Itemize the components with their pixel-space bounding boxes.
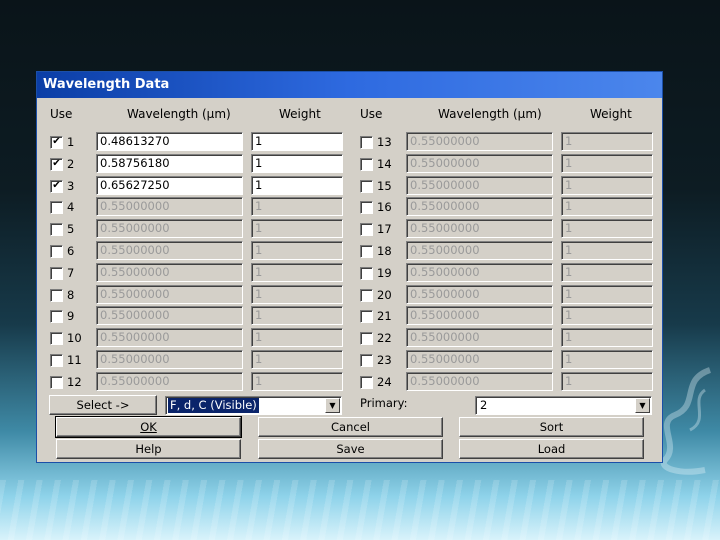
- dialog-title: Wavelength Data: [37, 72, 662, 98]
- header-wavelength-right: Wavelength (µm): [438, 107, 542, 121]
- chevron-down-icon[interactable]: ▼: [325, 398, 340, 413]
- ok-button[interactable]: OK: [55, 416, 242, 438]
- background-waves: [0, 480, 720, 540]
- table-row: 22 0.55000000 1: [37, 328, 662, 348]
- sort-button[interactable]: Sort: [459, 417, 644, 437]
- header-weight-right: Weight: [590, 107, 632, 121]
- wavelength-input[interactable]: 0.55000000: [406, 284, 553, 304]
- wavelength-input[interactable]: 0.55000000: [406, 328, 553, 348]
- row-number: 13: [377, 135, 392, 149]
- cancel-button[interactable]: Cancel: [258, 417, 443, 437]
- row-number: 22: [377, 331, 392, 346]
- row-number: 21: [377, 309, 392, 324]
- weight-input[interactable]: 1: [561, 197, 653, 217]
- row-number: 23: [377, 353, 392, 367]
- table-row: 18 0.55000000 1: [37, 241, 662, 261]
- table-row: 20 0.55000000 1: [37, 284, 662, 305]
- wavelength-input[interactable]: 0.55000000: [406, 371, 553, 391]
- use-checkbox[interactable]: [360, 375, 373, 389]
- use-checkbox[interactable]: [360, 223, 373, 237]
- table-row: 19 0.55000000 1: [37, 262, 662, 283]
- wavelength-input[interactable]: 0.55000000: [406, 306, 553, 326]
- row-number: 24: [377, 374, 392, 389]
- use-checkbox[interactable]: [360, 310, 373, 324]
- use-checkbox[interactable]: [360, 354, 373, 367]
- wavelength-input[interactable]: 0.55000000: [406, 241, 553, 260]
- primary-select-value: 2: [480, 398, 488, 412]
- row-number: 14: [377, 156, 392, 171]
- row-number: 18: [377, 244, 392, 258]
- weight-input[interactable]: 1: [561, 219, 653, 239]
- wavelength-input[interactable]: 0.55000000: [406, 132, 553, 151]
- header-use-right: Use: [360, 107, 383, 121]
- weight-input[interactable]: 1: [561, 262, 653, 282]
- weight-input[interactable]: 1: [561, 153, 653, 173]
- use-checkbox[interactable]: [360, 245, 373, 258]
- header-use-left: Use: [50, 107, 73, 121]
- wavelength-input[interactable]: 0.55000000: [406, 262, 553, 282]
- preset-select-value: F, d, C (Visible): [168, 398, 259, 413]
- weight-input[interactable]: 1: [561, 371, 653, 391]
- table-row: 23 0.55000000 1: [37, 350, 662, 370]
- use-checkbox[interactable]: [360, 136, 373, 149]
- row-number: 20: [377, 287, 392, 302]
- use-checkbox[interactable]: [360, 288, 373, 302]
- wavelength-input[interactable]: 0.55000000: [406, 350, 553, 369]
- primary-select[interactable]: 2 ▼: [475, 396, 652, 415]
- table-row: 17 0.55000000 1: [37, 219, 662, 239]
- weight-input[interactable]: 1: [561, 175, 653, 195]
- table-row: 21 0.55000000 1: [37, 306, 662, 326]
- row-number: 15: [377, 178, 392, 193]
- weight-input[interactable]: 1: [561, 132, 653, 151]
- header-weight-left: Weight: [279, 107, 321, 121]
- wavelength-data-dialog: Wavelength Data Use Wavelength (µm) Weig…: [36, 71, 663, 463]
- help-button[interactable]: Help: [56, 439, 241, 459]
- ok-button-label: OK: [140, 420, 157, 434]
- wavelength-input[interactable]: 0.55000000: [406, 175, 553, 195]
- weight-input[interactable]: 1: [561, 328, 653, 348]
- use-checkbox[interactable]: [360, 201, 373, 215]
- wavelength-input[interactable]: 0.55000000: [406, 197, 553, 217]
- preset-select[interactable]: F, d, C (Visible) ▼: [165, 396, 342, 415]
- table-row: 15 0.55000000 1: [37, 175, 662, 196]
- load-button[interactable]: Load: [459, 439, 644, 459]
- save-button[interactable]: Save: [258, 439, 443, 459]
- row-number: 17: [377, 222, 392, 237]
- table-row: 14 0.55000000 1: [37, 153, 662, 174]
- table-row: 24 0.55000000 1: [37, 371, 662, 392]
- table-row: 13 0.55000000 1: [37, 132, 662, 152]
- weight-input[interactable]: 1: [561, 350, 653, 369]
- weight-input[interactable]: 1: [561, 306, 653, 326]
- chevron-down-icon[interactable]: ▼: [635, 398, 650, 413]
- wavelength-input[interactable]: 0.55000000: [406, 219, 553, 239]
- use-checkbox[interactable]: [360, 332, 373, 346]
- weight-input[interactable]: 1: [561, 241, 653, 260]
- use-checkbox[interactable]: [360, 266, 373, 280]
- use-checkbox[interactable]: [360, 157, 373, 171]
- table-row: 16 0.55000000 1: [37, 197, 662, 217]
- use-checkbox[interactable]: [360, 179, 373, 193]
- row-number: 16: [377, 200, 392, 215]
- primary-label: Primary:: [360, 396, 408, 410]
- header-wavelength-left: Wavelength (µm): [127, 107, 231, 121]
- select-button[interactable]: Select ->: [49, 395, 157, 415]
- wavelength-input[interactable]: 0.55000000: [406, 153, 553, 173]
- weight-input[interactable]: 1: [561, 284, 653, 304]
- row-number: 19: [377, 265, 392, 280]
